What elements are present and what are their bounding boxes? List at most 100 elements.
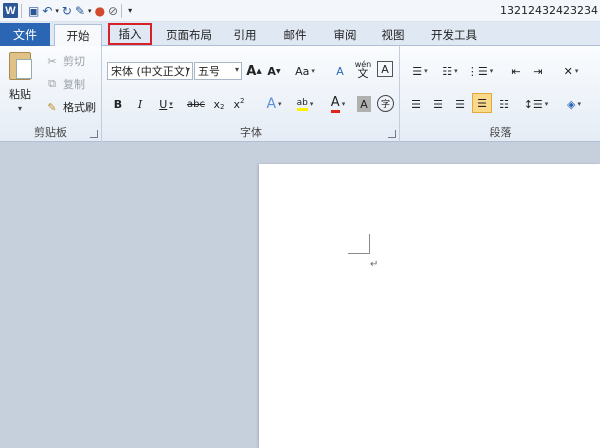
asian-layout-button[interactable]: ✕ ▾ — [557, 61, 585, 81]
underline-glyph: U — [159, 97, 168, 111]
font-group: 宋体 (中文正文) ▾ 五号 ▾ A ▲ A ▼ Aa ▾ A wén 文 A B I … — [103, 46, 400, 142]
align-right-icon: ☰ — [455, 97, 465, 111]
align-right-button[interactable]: ☰ — [451, 94, 469, 114]
bullets-dropdown-icon: ▾ — [424, 67, 428, 75]
bold-glyph: B — [113, 97, 123, 111]
undo-icon[interactable]: ↶ — [42, 2, 52, 20]
redo-icon[interactable]: ↻ — [62, 2, 72, 20]
tab-developer[interactable]: 开发工具 — [422, 24, 486, 46]
tab-references[interactable]: 引用 — [226, 24, 264, 46]
align-center-icon: ☰ — [433, 97, 443, 111]
copy-button[interactable]: ⧉ 复制 — [44, 75, 85, 93]
superscript-button[interactable]: x2 — [231, 94, 247, 114]
italic-button[interactable]: I — [133, 94, 147, 114]
clear-format-button[interactable]: A — [331, 61, 349, 81]
format-painter-button[interactable]: ✎ 格式刷 — [44, 98, 96, 116]
customize-qat-icon[interactable]: ▾ — [128, 2, 132, 20]
line-spacing-button[interactable]: ↕☰ ▾ — [523, 94, 549, 114]
subscript-index-icon: 2 — [220, 103, 225, 111]
shrink-font-button[interactable]: A ▼ — [266, 61, 282, 81]
word-logo-icon[interactable]: W — [3, 3, 18, 18]
change-case-dropdown-icon: ▾ — [311, 67, 315, 75]
text-effects-dropdown-icon: ▾ — [278, 100, 282, 108]
distributed-button[interactable]: ☷ — [495, 94, 513, 114]
shrink-font-glyph: A — [267, 64, 276, 78]
character-shading-button[interactable]: A — [357, 96, 371, 112]
tab-insert[interactable]: 插入 — [108, 23, 152, 45]
multilevel-dropdown-icon: ▾ — [489, 67, 494, 75]
character-border-button[interactable]: A — [377, 61, 393, 77]
format-painter-icon[interactable]: ✎ — [75, 2, 85, 20]
numbering-dropdown-icon: ▾ — [454, 67, 458, 75]
font-launcher-icon[interactable] — [388, 130, 396, 138]
shading-dropdown-icon: ▾ — [577, 100, 581, 108]
highlight-button[interactable]: ab ▾ — [291, 94, 319, 114]
font-size-combo[interactable]: 五号 ▾ — [194, 62, 242, 80]
numbering-icon: ☷ — [442, 64, 453, 78]
format-painter-dropdown-icon[interactable]: ▾ — [88, 2, 92, 20]
paste-dropdown-icon[interactable]: ▾ — [6, 104, 34, 113]
shading-button[interactable]: ◈ ▾ — [561, 94, 587, 114]
phonetic-guide-button[interactable]: wén 文 — [353, 59, 373, 79]
paste-button[interactable]: 粘贴 ▾ — [6, 52, 34, 118]
line-spacing-icon: ↕☰ — [523, 97, 543, 111]
paste-label: 粘贴 — [9, 88, 31, 101]
undo-dropdown-icon[interactable]: ▾ — [55, 2, 59, 20]
align-left-button[interactable]: ☰ — [407, 94, 425, 114]
clipboard-icon — [9, 52, 32, 80]
line-spacing-dropdown-icon: ▾ — [544, 100, 549, 108]
tab-review[interactable]: 审阅 — [326, 24, 364, 46]
decrease-indent-icon: ⇤ — [511, 64, 521, 78]
subscript-button[interactable]: x2 — [211, 94, 227, 114]
increase-indent-button[interactable]: ⇥ — [529, 61, 547, 81]
clipboard-group: 粘贴 ▾ ✂ 剪切 ⧉ 复制 ✎ 格式刷 剪贴板 — [0, 46, 102, 142]
multilevel-list-icon: ⋮☰ — [466, 64, 488, 78]
ribbon-tabs: 文件 开始 插入 页面布局 引用 邮件 审阅 视图 开发工具 — [0, 22, 600, 47]
cut-label: 剪切 — [63, 55, 85, 68]
color-circle-icon[interactable]: ● — [95, 2, 105, 20]
copy-icon: ⧉ — [48, 77, 56, 90]
strikethrough-button[interactable]: abc — [185, 94, 207, 114]
margin-corner-mark — [348, 234, 370, 254]
save-icon[interactable]: ▣ — [28, 2, 39, 20]
tab-page-layout[interactable]: 页面布局 — [158, 24, 220, 46]
numbering-button[interactable]: ☷ ▾ — [437, 61, 463, 81]
bullets-button[interactable]: ☰ ▾ — [407, 61, 433, 81]
change-case-glyph: Aa — [295, 64, 310, 78]
asian-layout-icon: ✕ — [563, 64, 573, 78]
text-effects-button[interactable]: A ▾ — [261, 94, 287, 114]
enclose-characters-button[interactable]: 字 — [377, 95, 394, 112]
font-color-button[interactable]: A ▾ — [325, 94, 351, 114]
eraser-icon[interactable]: ⊘ — [108, 2, 118, 20]
underline-button[interactable]: U ▾ — [155, 94, 177, 114]
text-effects-glyph: A — [266, 96, 277, 112]
increase-indent-icon: ⇥ — [533, 64, 543, 78]
align-center-button[interactable]: ☰ — [429, 94, 447, 114]
document-page[interactable] — [259, 164, 600, 448]
grow-arrow-icon: ▲ — [256, 67, 262, 75]
paint-bucket-icon: ◈ — [567, 97, 576, 111]
clipboard-launcher-icon[interactable] — [90, 130, 98, 138]
clipboard-group-label: 剪贴板 — [34, 126, 67, 139]
multilevel-list-button[interactable]: ⋮☰ ▾ — [467, 61, 493, 81]
character-border-glyph: A — [381, 62, 389, 76]
bold-button[interactable]: B — [111, 94, 125, 114]
paragraph-mark-icon: ↵ — [370, 259, 379, 270]
format-painter-label: 格式刷 — [63, 101, 96, 114]
font-color-glyph: A — [330, 95, 340, 113]
justify-button[interactable]: ☰ — [472, 93, 492, 113]
tab-file[interactable]: 文件 — [0, 23, 50, 46]
cut-button[interactable]: ✂ 剪切 — [44, 52, 85, 70]
font-face-combo[interactable]: 宋体 (中文正文) ▾ — [107, 62, 193, 80]
tab-home[interactable]: 开始 — [54, 24, 102, 47]
font-face-dropdown-icon: ▾ — [185, 65, 190, 74]
tab-mailings[interactable]: 邮件 — [276, 24, 314, 46]
align-left-icon: ☰ — [411, 97, 421, 111]
grow-font-button[interactable]: A ▲ — [246, 61, 262, 81]
underline-dropdown-icon: ▾ — [169, 100, 173, 108]
change-case-button[interactable]: Aa ▾ — [293, 61, 317, 81]
tab-view[interactable]: 视图 — [374, 24, 412, 46]
distributed-icon: ☷ — [499, 97, 509, 111]
decrease-indent-button[interactable]: ⇤ — [507, 61, 525, 81]
phonetic-char-icon: 文 — [357, 67, 369, 80]
